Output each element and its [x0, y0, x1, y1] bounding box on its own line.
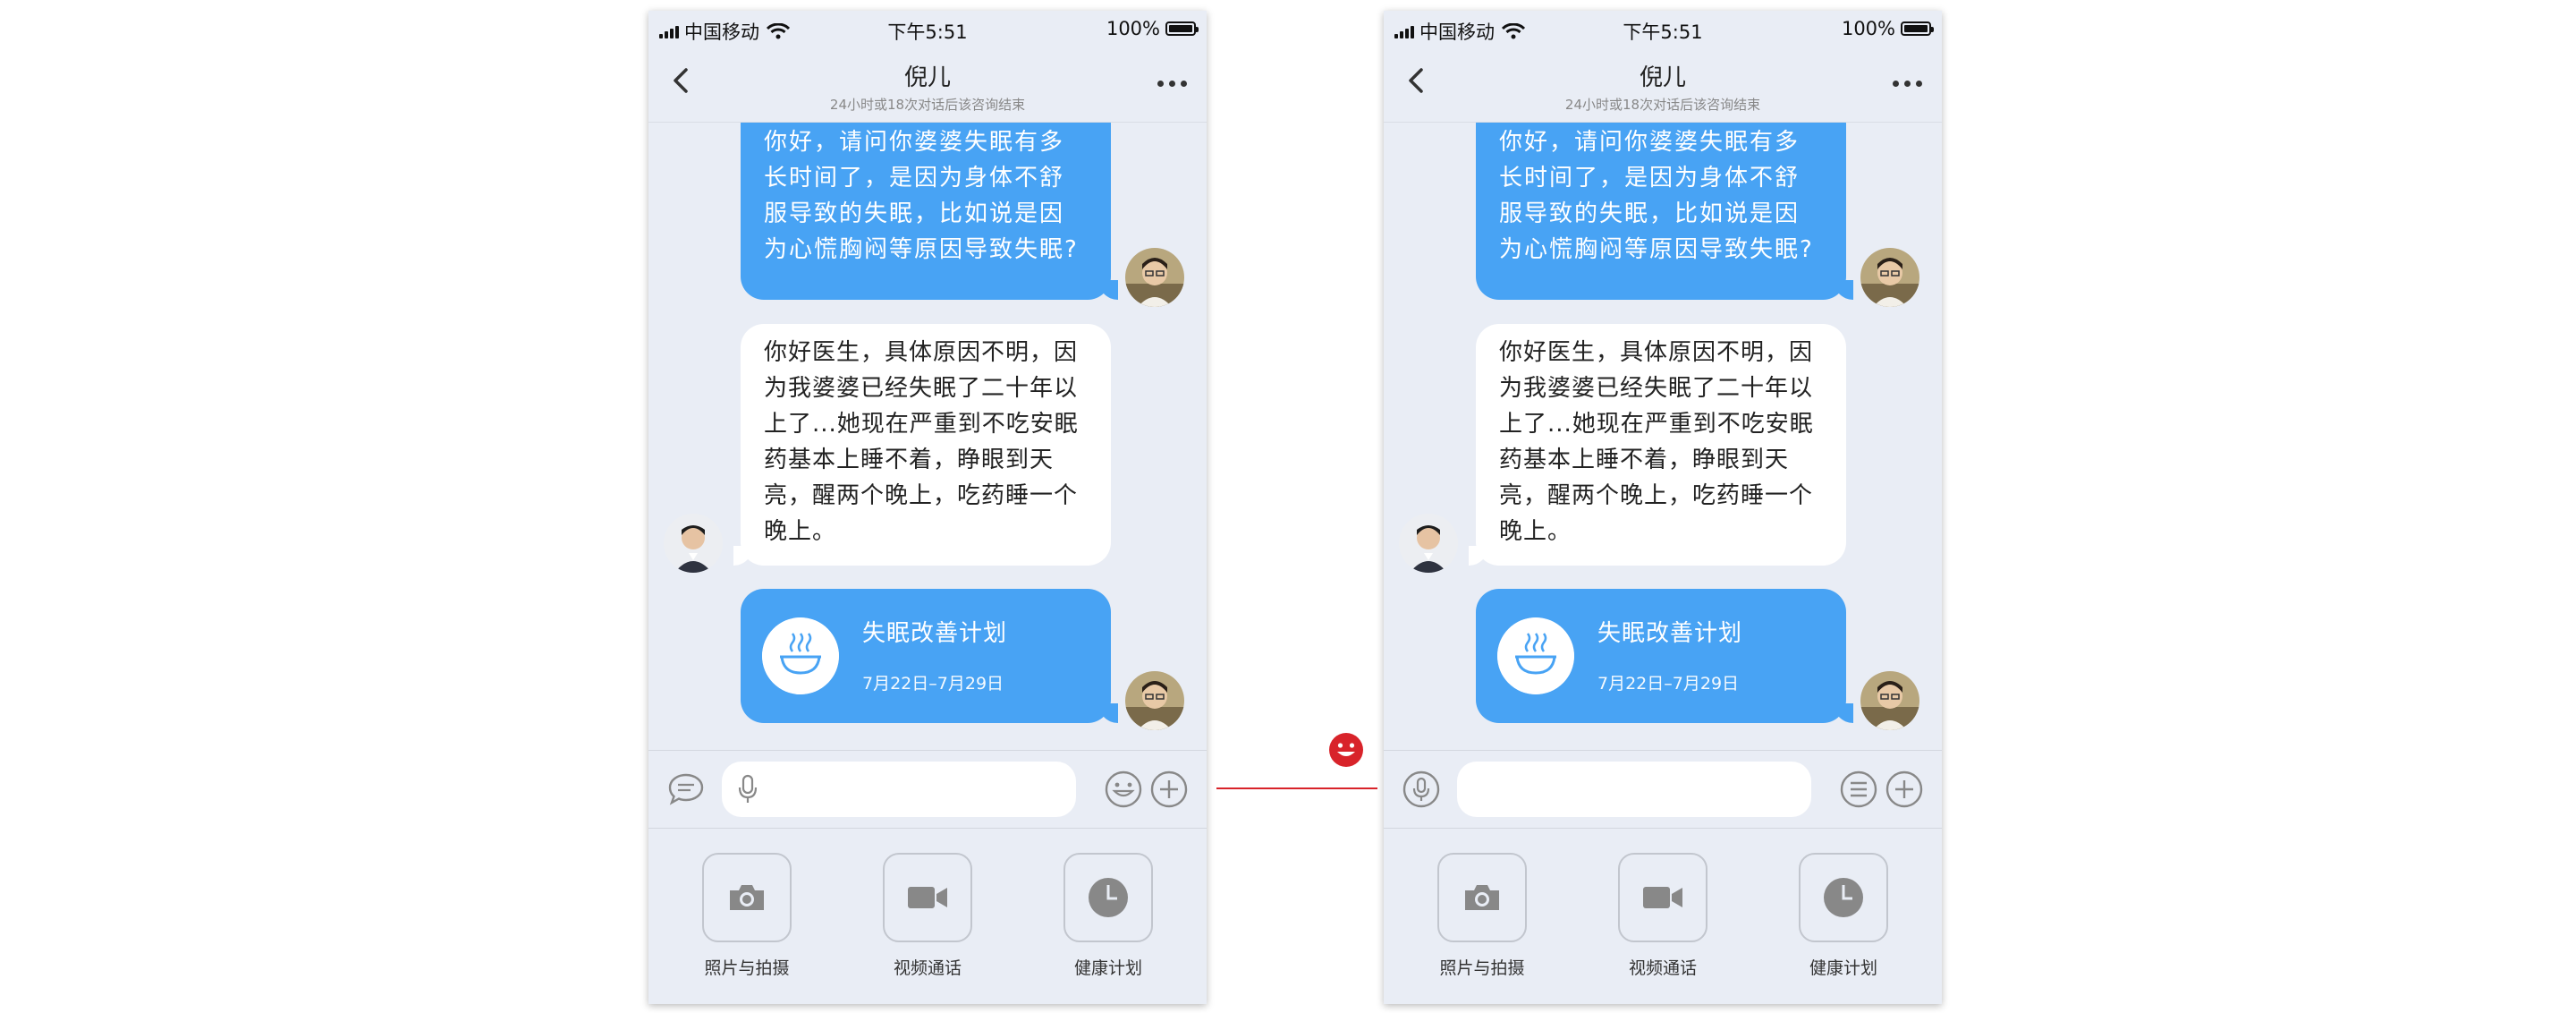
input-bar	[648, 750, 1207, 829]
plan-date-range: 7月22日–7月29日	[862, 674, 1004, 694]
more-icon[interactable]	[1893, 81, 1922, 87]
more-icon[interactable]	[1157, 81, 1187, 87]
toolbar-item-photo[interactable]: 照片与拍摄	[1419, 853, 1545, 979]
plan-title: 失眠改善计划	[1597, 620, 1743, 647]
battery-icon	[1901, 21, 1934, 36]
page-title: 倪儿	[1639, 64, 1686, 91]
microphone-icon[interactable]	[1402, 770, 1441, 809]
input-bar	[1384, 750, 1942, 829]
add-icon[interactable]	[1885, 770, 1924, 809]
nav-bar: 倪儿 24小时或18次对话后该咨询结束	[648, 47, 1207, 123]
attachment-panel: 照片与拍摄 视频通话 健康计划	[1384, 828, 1942, 1004]
toolbar-item-video[interactable]: 视频通话	[1600, 853, 1725, 979]
toolbar-item-label: 视频通话	[1628, 958, 1697, 978]
doctor-avatar[interactable]	[1860, 671, 1919, 730]
plan-card[interactable]: 失眠改善计划 7月22日–7月29日	[741, 589, 1118, 723]
video-camera-icon	[908, 887, 947, 908]
doctor-message-bubble: 你好，请问你婆婆失眠有多长时间了，是因为身体不舒服导致的失眠，比如说是因为心慌胸…	[741, 123, 1118, 300]
doctor-message-bubble: 你好，请问你婆婆失眠有多长时间了，是因为身体不舒服导致的失眠，比如说是因为心慌胸…	[1476, 123, 1853, 300]
patient-avatar[interactable]	[664, 514, 723, 573]
chat-area[interactable]: 你好，请问你婆婆失眠有多长时间了，是因为身体不舒服导致的失眠，比如说是因为心慌胸…	[1384, 123, 1942, 749]
page-title: 倪儿	[903, 64, 951, 91]
microphone-icon[interactable]	[738, 774, 758, 804]
chat-bubble-icon[interactable]	[666, 770, 706, 809]
patient-message-bubble: 你好医生，具体原因不明，因为我婆婆已经失眠了二十年以上了...她现在严重到不吃安…	[1469, 324, 1846, 566]
toolbar-item-health-plan[interactable]: 健康计划	[1781, 853, 1906, 979]
emoji-icon[interactable]	[1104, 770, 1143, 809]
add-icon[interactable]	[1149, 770, 1189, 809]
camera-icon	[1465, 885, 1499, 910]
toolbar-item-label: 照片与拍摄	[1439, 958, 1525, 978]
plan-date-range: 7月22日–7月29日	[1597, 674, 1740, 694]
toolbar-item-label: 健康计划	[1073, 958, 1142, 978]
battery-percent: 100%	[1841, 18, 1895, 39]
video-camera-icon	[1643, 887, 1682, 908]
toolbar-item-label: 照片与拍摄	[704, 958, 790, 978]
plan-title: 失眠改善计划	[862, 620, 1008, 647]
battery-percent: 100%	[1106, 18, 1160, 39]
phone-screen-after: 中国移动 下午5:51 100% 倪儿 24小时或18次对话后该咨询结束 你好，…	[1384, 11, 1942, 1004]
attachment-panel: 照片与拍摄 视频通话 健康计划	[648, 828, 1207, 1004]
plan-card[interactable]: 失眠改善计划 7月22日–7月29日	[1476, 589, 1853, 723]
toolbar-item-label: 视频通话	[893, 958, 962, 978]
menu-list-icon[interactable]	[1839, 770, 1878, 809]
clock-icon	[1824, 878, 1863, 917]
doctor-avatar[interactable]	[1860, 248, 1919, 307]
patient-message-bubble: 你好医生，具体原因不明，因为我婆婆已经失眠了二十年以上了...她现在严重到不吃安…	[733, 324, 1111, 566]
toolbar-item-video[interactable]: 视频通话	[865, 853, 990, 979]
doctor-avatar[interactable]	[1125, 671, 1184, 730]
message-input[interactable]	[722, 762, 1076, 817]
message-input[interactable]	[1457, 762, 1811, 817]
phone-screen-before: 中国移动 下午5:51 100% 倪儿 24小时或18次对话后该咨询结束 你好，…	[648, 11, 1207, 1004]
status-bar: 中国移动 下午5:51 100%	[648, 11, 1207, 47]
toolbar-item-photo[interactable]: 照片与拍摄	[684, 853, 809, 979]
bowl-icon	[1497, 617, 1574, 694]
clock-icon	[1089, 878, 1128, 917]
page-subtitle: 24小时或18次对话后该咨询结束	[829, 97, 1026, 113]
smiley-icon	[1329, 733, 1363, 767]
chat-area[interactable]: 你好，请问你婆婆失眠有多长时间了，是因为身体不舒服导致的失眠，比如说是因为心慌胸…	[648, 123, 1207, 749]
camera-icon	[730, 885, 764, 910]
bowl-icon	[762, 617, 839, 694]
toolbar-item-health-plan[interactable]: 健康计划	[1046, 853, 1171, 979]
nav-bar: 倪儿 24小时或18次对话后该咨询结束	[1384, 47, 1942, 123]
status-bar: 中国移动 下午5:51 100%	[1384, 11, 1942, 47]
toolbar-item-label: 健康计划	[1809, 958, 1877, 978]
doctor-avatar[interactable]	[1125, 248, 1184, 307]
page-subtitle: 24小时或18次对话后该咨询结束	[1564, 97, 1761, 113]
patient-avatar[interactable]	[1399, 514, 1458, 573]
battery-icon	[1165, 21, 1199, 36]
transition-connector-line	[1216, 787, 1377, 789]
